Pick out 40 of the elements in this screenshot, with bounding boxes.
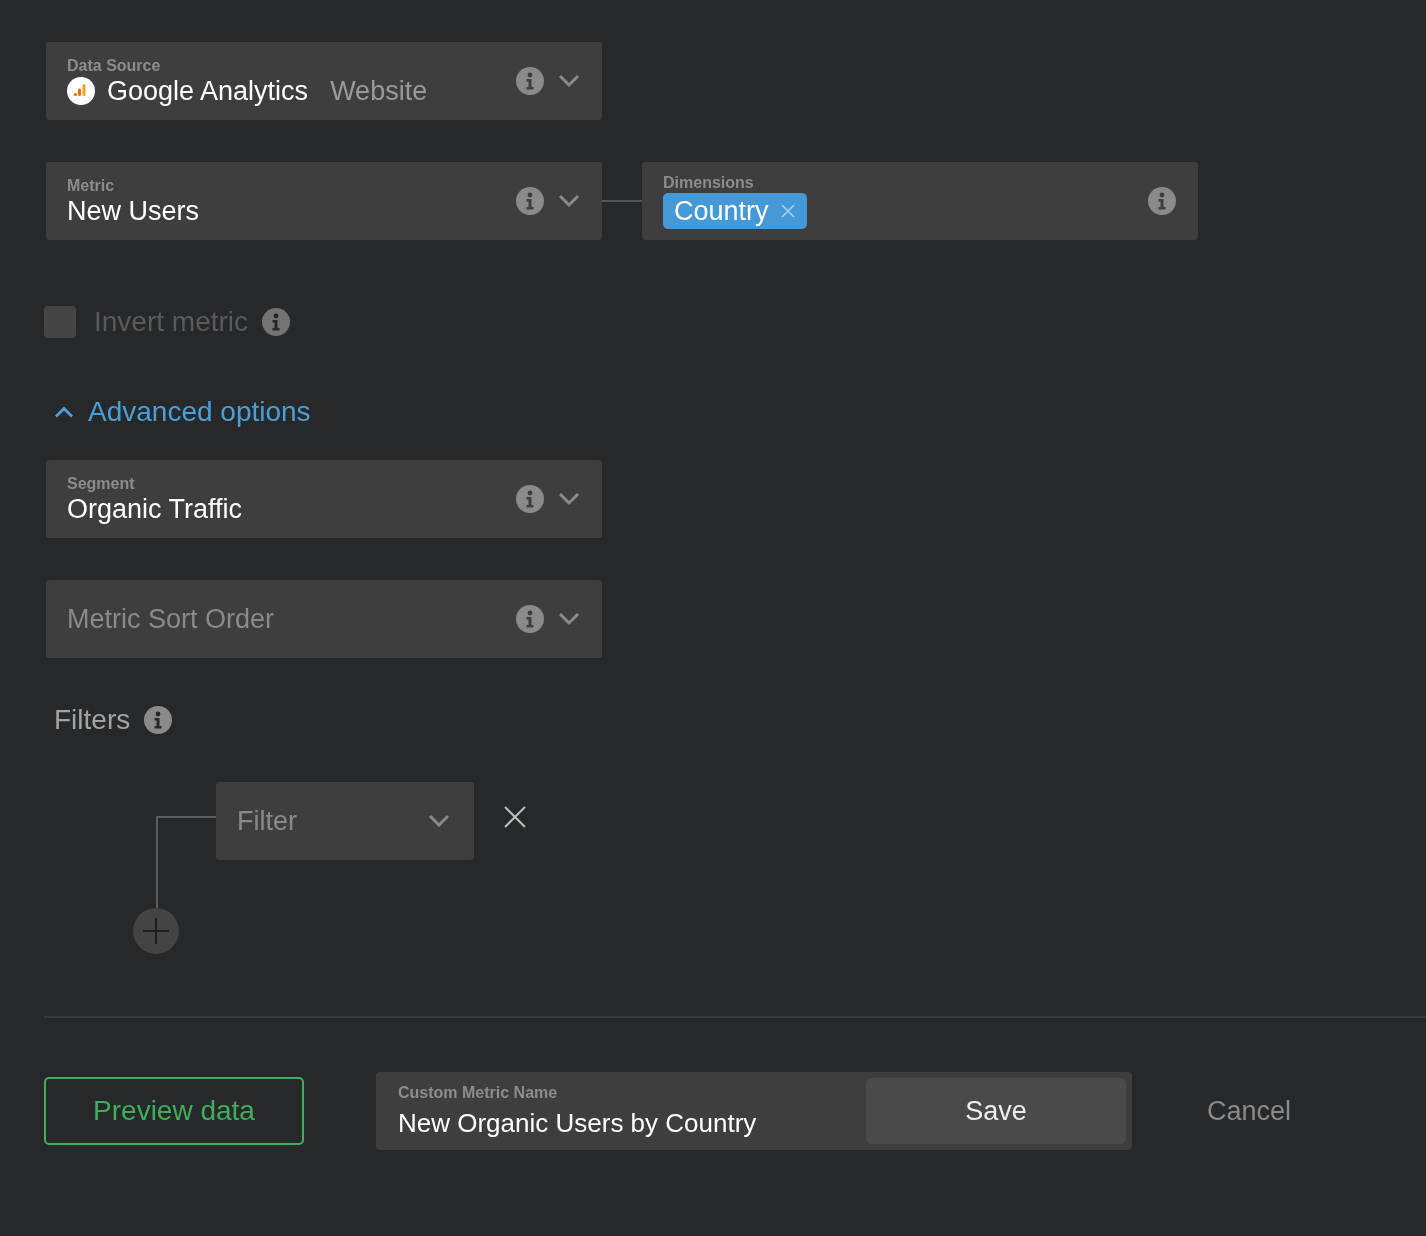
name-field[interactable]: Custom Metric Name New Organic Users by Country Save [376, 1072, 1132, 1150]
selected-value: Organic Traffic [67, 492, 243, 525]
selected-value: Google Analytics [107, 74, 309, 107]
dimension-tag[interactable]: Country [663, 193, 807, 229]
field-label: Data Source [67, 55, 162, 75]
chevron-down-icon [558, 194, 580, 208]
selected-value: New Users [67, 194, 200, 227]
chevron-down-icon [558, 492, 580, 506]
info-icon[interactable] [144, 706, 173, 734]
dropdown[interactable]: Metric Sort Order [46, 580, 602, 658]
dropdown-placeholder: Metric Sort Order [67, 603, 276, 635]
info-icon[interactable] [516, 67, 544, 95]
dropdown[interactable]: Segment Organic Traffic [46, 460, 602, 538]
chevron-down-icon [558, 74, 580, 88]
chevron-down-icon [428, 814, 450, 828]
add-icon[interactable] [133, 908, 179, 954]
close-icon[interactable] [504, 806, 526, 828]
info-icon[interactable] [1148, 187, 1176, 215]
advanced-options-toggle[interactable]: Advanced options [54, 396, 311, 428]
filter-dropdown[interactable]: Filter [216, 782, 474, 860]
bar-chart-logo-icon [67, 76, 95, 105]
save-button[interactable]: Save [866, 1078, 1126, 1144]
section-heading: Filters [54, 704, 131, 736]
info-icon[interactable] [516, 187, 544, 215]
chevron-up-icon [54, 406, 74, 418]
cancel-button[interactable]: Cancel [1207, 1095, 1292, 1127]
chevron-down-icon [558, 612, 580, 626]
preview-data-button[interactable]: Preview data [44, 1077, 304, 1145]
dropdown[interactable]: Metric New Users [46, 162, 602, 240]
info-icon[interactable] [262, 308, 291, 336]
field-label: Segment [67, 473, 136, 493]
selected-value-detail: Website [330, 74, 428, 107]
field-label: Dimensions [663, 173, 755, 192]
field-label: Metric [67, 175, 116, 195]
dropdown-placeholder: Filter [237, 805, 297, 837]
dropdown[interactable]: Data Source Google Analytics Website [46, 42, 602, 120]
field-label: Custom Metric Name [398, 1083, 559, 1102]
info-icon[interactable] [516, 485, 544, 513]
info-icon[interactable] [516, 605, 544, 633]
dimensions-field[interactable]: Dimensions Country [642, 162, 1198, 240]
